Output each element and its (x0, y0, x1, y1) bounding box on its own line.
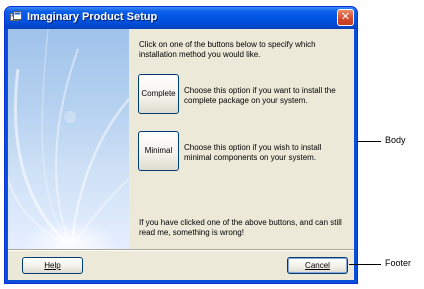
close-icon: ✕ (340, 11, 351, 23)
cancel-button-label: Cancel (305, 261, 330, 270)
dialog-client-area: Click on one of the buttons below to spe… (8, 29, 354, 280)
complete-description: Choose this option if you want to instal… (184, 86, 336, 105)
setup-app-icon (10, 11, 22, 21)
decorative-side-panel (8, 29, 129, 249)
help-button-label: Help (44, 261, 61, 270)
footer-divider (8, 249, 354, 251)
footer-callout-label: Footer (385, 258, 412, 268)
body-area: Click on one of the buttons below to spe… (129, 29, 354, 249)
swirl-decoration (8, 29, 129, 249)
intro-text: Click on one of the buttons below to spe… (139, 40, 316, 59)
body-callout-label: Body (385, 135, 406, 145)
warning-text: If you have clicked one of the above but… (139, 218, 342, 237)
setup-dialog-window: Imaginary Product Setup ✕ Click on one o… (4, 6, 358, 284)
minimal-button[interactable]: Minimal (138, 131, 179, 171)
title-bar[interactable]: Imaginary Product Setup ✕ (5, 7, 357, 29)
close-button[interactable]: ✕ (337, 9, 354, 26)
help-button[interactable]: Help (22, 257, 83, 274)
cancel-button[interactable]: Cancel (287, 257, 348, 274)
body-callout-line (357, 141, 381, 142)
minimal-description: Choose this option if you wish to instal… (184, 143, 322, 162)
window-title: Imaginary Product Setup (27, 11, 158, 23)
footer-callout-line (349, 264, 381, 265)
complete-button[interactable]: Complete (138, 74, 179, 114)
